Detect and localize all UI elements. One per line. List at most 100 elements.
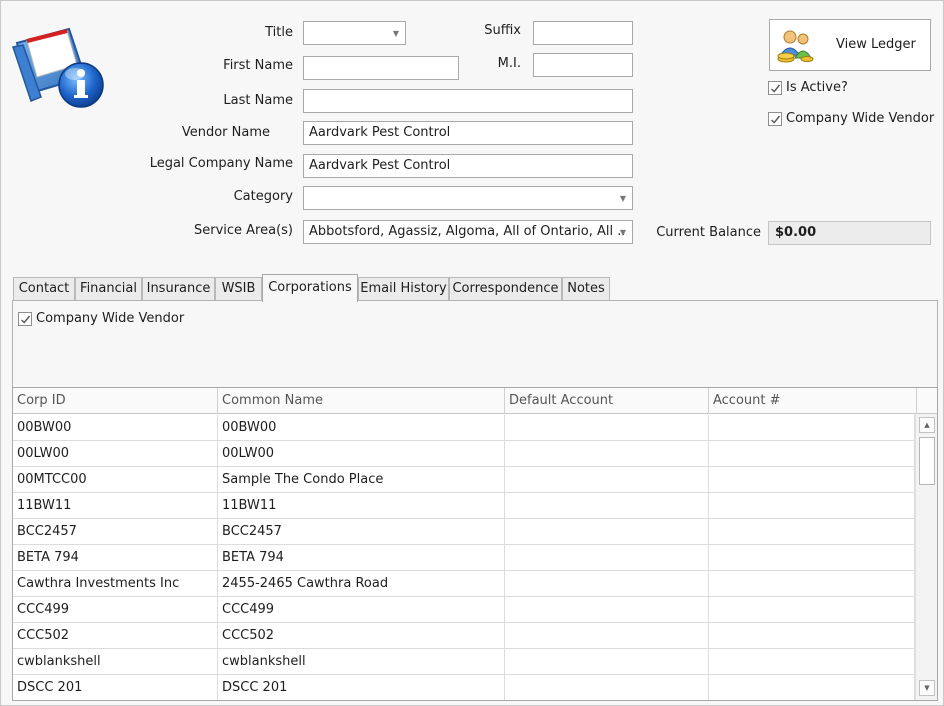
legal-company-name-input[interactable]: Aardvark Pest Control: [303, 154, 633, 178]
table-row[interactable]: Cawthra Investments Inc 2455-2465 Cawthra…: [13, 571, 915, 597]
corp-company-wide-vendor-checkbox[interactable]: Company Wide Vendor: [18, 311, 184, 326]
table-row[interactable]: CCC502 CCC502: [13, 623, 915, 649]
tab-notes[interactable]: Notes: [562, 277, 610, 301]
cell-corp-id: 00MTCC00: [13, 467, 218, 493]
vendor-name-label: Vendor Name: [181, 125, 270, 140]
cell-default-account: [505, 571, 709, 597]
tab-email-history[interactable]: Email History: [358, 277, 449, 301]
suffix-input[interactable]: [533, 21, 633, 45]
table-row[interactable]: 11BW11 11BW11: [13, 493, 915, 519]
mi-label: M.I.: [497, 56, 521, 71]
cell-common-name: Sample The Condo Place: [218, 467, 505, 493]
company-wide-vendor-checkbox[interactable]: Company Wide Vendor: [768, 111, 934, 126]
cell-account-number: [709, 467, 915, 493]
cell-corp-id: DSCC 201: [13, 675, 218, 700]
vendor-window: Title First Name Last Name Vendor Name L…: [0, 0, 944, 706]
scroll-down-icon[interactable]: ▼: [919, 680, 935, 696]
tab-corporations[interactable]: Corporations: [262, 274, 358, 302]
cell-account-number: [709, 415, 915, 441]
vertical-scrollbar[interactable]: ▲ ▼: [915, 414, 937, 700]
cell-common-name: BCC2457: [218, 519, 505, 545]
cell-corp-id: CCC499: [13, 597, 218, 623]
cell-common-name: cwblankshell: [218, 649, 505, 675]
service-area-select[interactable]: Abbotsford, Agassiz, Algoma, All of Onta…: [303, 220, 633, 244]
corp-company-wide-vendor-label: Company Wide Vendor: [36, 311, 185, 326]
cell-common-name: CCC502: [218, 623, 505, 649]
vendor-name-input[interactable]: Aardvark Pest Control: [303, 121, 633, 145]
last-name-input[interactable]: [303, 89, 633, 113]
cell-default-account: [505, 675, 709, 700]
cell-account-number: [709, 623, 915, 649]
is-active-checkbox[interactable]: Is Active?: [768, 80, 848, 95]
first-name-label: First Name: [223, 58, 293, 73]
cell-corp-id: Cawthra Investments Inc: [13, 571, 218, 597]
column-header-corp-id[interactable]: Corp ID: [13, 388, 218, 414]
corporations-grid: Corp ID Common Name Default Account Acco…: [12, 387, 938, 701]
table-row[interactable]: DSCC 201 DSCC 201: [13, 675, 915, 700]
cell-default-account: [505, 623, 709, 649]
column-header-account-number[interactable]: Account #: [709, 388, 917, 414]
first-name-input[interactable]: [303, 56, 459, 80]
check-icon: [21, 315, 31, 324]
tab-financial[interactable]: Financial: [75, 277, 142, 301]
cell-corp-id: BETA 794: [13, 545, 218, 571]
cell-default-account: [505, 493, 709, 519]
cell-common-name: 00BW00: [218, 415, 505, 441]
mi-input[interactable]: [533, 53, 633, 77]
suffix-label: Suffix: [484, 23, 521, 38]
cell-default-account: [505, 519, 709, 545]
cell-corp-id: 11BW11: [13, 493, 218, 519]
cell-default-account: [505, 467, 709, 493]
service-area-value: Abbotsford, Agassiz, Algoma, All of Onta…: [309, 224, 627, 239]
view-ledger-button[interactable]: View Ledger: [769, 19, 931, 71]
category-select[interactable]: ▼: [303, 186, 633, 210]
cell-common-name: BETA 794: [218, 545, 505, 571]
cell-account-number: [709, 571, 915, 597]
title-label: Title: [265, 25, 293, 40]
checkbox-box: [768, 111, 782, 126]
chevron-down-icon: ▼: [392, 29, 399, 38]
cell-common-name: CCC499: [218, 597, 505, 623]
title-select[interactable]: ▼: [303, 21, 406, 45]
cell-corp-id: BCC2457: [13, 519, 218, 545]
tab-insurance[interactable]: Insurance: [142, 277, 215, 301]
tab-contact[interactable]: Contact: [13, 277, 75, 301]
table-row[interactable]: BETA 794 BETA 794: [13, 545, 915, 571]
scroll-up-icon[interactable]: ▲: [919, 417, 935, 433]
table-row[interactable]: 00MTCC00 Sample The Condo Place: [13, 467, 915, 493]
cell-account-number: [709, 649, 915, 675]
cell-account-number: [709, 675, 915, 700]
cell-corp-id: 00LW00: [13, 441, 218, 467]
cell-account-number: [709, 519, 915, 545]
table-row[interactable]: 00LW00 00LW00: [13, 441, 915, 467]
cell-account-number: [709, 545, 915, 571]
column-header-common-name[interactable]: Common Name: [218, 388, 505, 414]
cell-corp-id: 00BW00: [13, 415, 218, 441]
info-folder-icon: [11, 21, 107, 111]
last-name-label: Last Name: [223, 93, 293, 108]
scroll-thumb[interactable]: [919, 437, 935, 485]
checkbox-box: [18, 311, 32, 326]
cell-corp-id: CCC502: [13, 623, 218, 649]
legal-company-name-label: Legal Company Name: [149, 156, 293, 171]
cell-default-account: [505, 441, 709, 467]
cell-default-account: [505, 415, 709, 441]
table-row[interactable]: 00BW00 00BW00: [13, 415, 915, 441]
chevron-down-icon: ▼: [619, 228, 626, 237]
cell-account-number: [709, 493, 915, 519]
table-row[interactable]: BCC2457 BCC2457: [13, 519, 915, 545]
cell-common-name: 00LW00: [218, 441, 505, 467]
table-row[interactable]: cwblankshell cwblankshell: [13, 649, 915, 675]
cell-default-account: [505, 545, 709, 571]
service-area-label: Service Area(s): [193, 223, 293, 238]
view-ledger-label: View Ledger: [836, 37, 916, 52]
column-header-default-account[interactable]: Default Account: [505, 388, 709, 414]
check-icon: [771, 115, 781, 124]
cell-account-number: [709, 441, 915, 467]
cell-corp-id: cwblankshell: [13, 649, 218, 675]
category-label: Category: [233, 189, 293, 204]
table-row[interactable]: CCC499 CCC499: [13, 597, 915, 623]
tab-wsib[interactable]: WSIB: [215, 277, 262, 301]
chevron-down-icon: ▼: [619, 194, 626, 203]
tab-correspondence[interactable]: Correspondence: [449, 277, 562, 301]
